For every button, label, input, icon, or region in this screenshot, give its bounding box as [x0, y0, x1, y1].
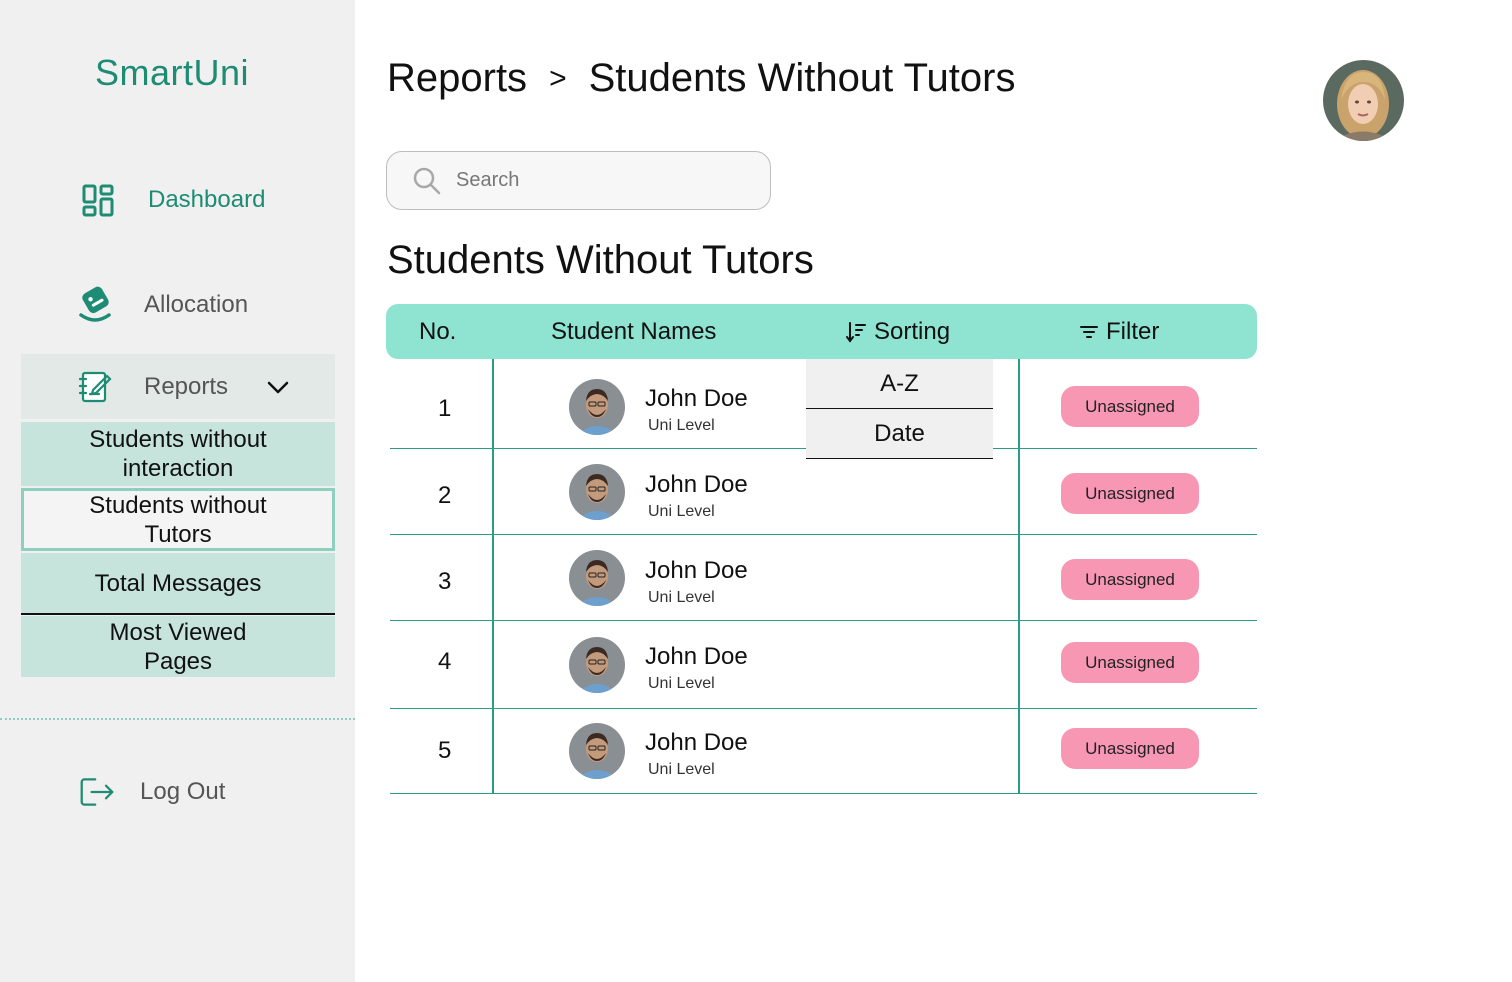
submenu-label: Students without interaction [89, 426, 267, 482]
row-number: 3 [438, 568, 452, 595]
student-avatar [569, 637, 625, 693]
student-avatar [569, 379, 625, 435]
status-badge[interactable]: Unassigned [1061, 559, 1199, 600]
user-avatar[interactable] [1323, 60, 1404, 141]
sort-option-az[interactable]: A-Z [806, 359, 993, 409]
column-header-no: No. [419, 318, 457, 345]
dashboard-icon [80, 182, 116, 218]
row-number: 1 [438, 395, 452, 422]
submenu-most-viewed-pages[interactable]: Most Viewed Pages [21, 616, 335, 677]
status-badge[interactable]: Unassigned [1061, 728, 1199, 769]
sorting-button[interactable]: Sorting [846, 318, 950, 346]
status-badge[interactable]: Unassigned [1061, 386, 1199, 427]
chevron-down-icon[interactable] [266, 375, 290, 399]
student-avatar [569, 723, 625, 779]
sort-option-date[interactable]: Date [806, 409, 993, 459]
row-number: 4 [438, 648, 452, 675]
sort-dropdown: A-Z Date [806, 359, 993, 459]
sidebar-divider [0, 718, 355, 720]
sorting-label: Sorting [874, 318, 951, 345]
filter-button[interactable]: Filter [1080, 318, 1159, 346]
filter-icon [1080, 326, 1098, 338]
sidebar-item-reports[interactable]: Reports [21, 354, 335, 419]
sidebar-item-label: Allocation [144, 291, 249, 318]
search-input[interactable] [456, 169, 736, 192]
filter-label: Filter [1106, 318, 1160, 345]
sidebar-item-label: Reports [144, 372, 229, 400]
student-name: John Doe [645, 557, 748, 584]
sidebar-item-dashboard[interactable]: Dashboard [80, 182, 265, 218]
student-name: John Doe [645, 729, 748, 756]
table-row[interactable]: 3 John Doe Uni Level Unassigned [390, 535, 1257, 621]
page-title: Students Without Tutors [387, 238, 814, 282]
breadcrumb-current: Students Without Tutors [588, 56, 1016, 100]
submenu-label: Total Messages [94, 569, 262, 597]
student-name: John Doe [645, 471, 748, 498]
student-name: John Doe [645, 385, 748, 412]
logout-label: Log Out [140, 778, 226, 805]
row-number: 5 [438, 737, 452, 764]
submenu-total-messages[interactable]: Total Messages [21, 553, 335, 615]
table-row[interactable]: 5 John Doe Uni Level Unassigned [390, 709, 1257, 794]
breadcrumb-reports[interactable]: Reports [387, 56, 527, 101]
student-avatar [569, 464, 625, 520]
sidebar: SmartUni Dashboard Allocation Reports St… [0, 0, 355, 982]
student-level: Uni Level [648, 761, 715, 778]
student-level: Uni Level [648, 417, 715, 434]
status-badge[interactable]: Unassigned [1061, 642, 1199, 683]
breadcrumb-separator: > [549, 61, 567, 95]
submenu-label: Most Viewed Pages [109, 618, 247, 675]
status-badge[interactable]: Unassigned [1061, 473, 1199, 514]
logout-button[interactable]: Log Out [79, 774, 225, 810]
sidebar-item-allocation[interactable]: Allocation [77, 286, 249, 323]
app-logo: SmartUni [95, 52, 250, 93]
reports-icon [78, 369, 114, 405]
search-box[interactable] [386, 151, 771, 210]
student-avatar [569, 550, 625, 606]
submenu-students-without-interaction[interactable]: Students without interaction [21, 422, 335, 486]
column-header-names[interactable]: Student Names [551, 318, 716, 346]
student-level: Uni Level [648, 503, 715, 520]
allocation-icon [77, 286, 113, 323]
student-level: Uni Level [648, 589, 715, 606]
logout-icon [79, 774, 115, 810]
breadcrumb: Reports > Students Without Tutors [387, 56, 1015, 101]
search-icon [413, 167, 441, 194]
table-header: No. Student Names Sorting Filter [386, 304, 1257, 359]
row-number: 2 [438, 482, 452, 509]
table-row[interactable]: 2 John Doe Uni Level Unassigned [390, 449, 1257, 535]
student-level: Uni Level [648, 675, 715, 692]
sidebar-item-label: Dashboard [148, 186, 266, 213]
submenu-students-without-tutors[interactable]: Students without Tutors [21, 488, 335, 551]
table-row[interactable]: 4 John Doe Uni Level Unassigned [390, 621, 1257, 709]
submenu-label: Students without Tutors [89, 491, 267, 548]
student-name: John Doe [645, 643, 748, 670]
sort-icon [846, 322, 866, 343]
